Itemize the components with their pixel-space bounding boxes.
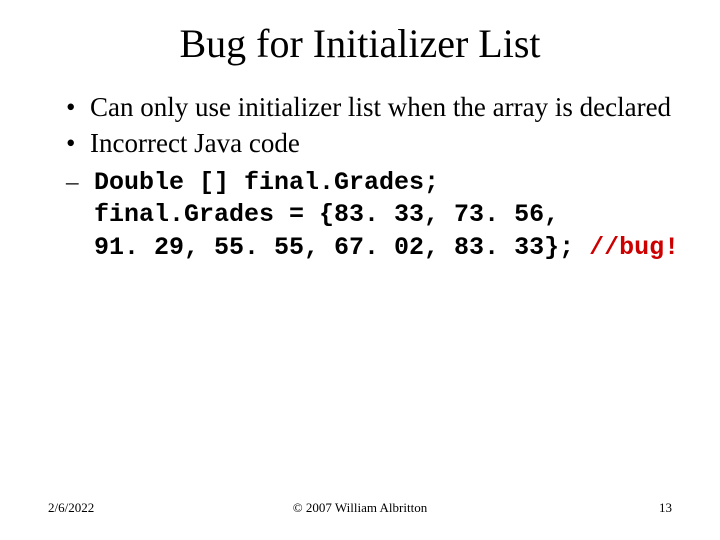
bullet-item: Incorrect Java code xyxy=(66,127,672,161)
code-block: –Double [] final.Grades; final.Grades = … xyxy=(94,167,672,265)
code-line: 91. 29, 55. 55, 67. 02, 83. 33}; xyxy=(94,233,589,262)
code-line: Double [] final.Grades; xyxy=(94,168,439,197)
bullet-list: Can only use initializer list when the a… xyxy=(66,91,672,161)
dash-icon: – xyxy=(66,167,79,200)
footer-copyright: © 2007 William Albritton xyxy=(48,500,672,516)
footer: 2/6/2022 © 2007 William Albritton 13 xyxy=(48,500,672,516)
footer-page-number: 13 xyxy=(659,500,672,516)
bullet-item: Can only use initializer list when the a… xyxy=(66,91,672,125)
code-comment: //bug! xyxy=(589,233,679,262)
code-line: final.Grades = {83. 33, 73. 56, xyxy=(94,200,559,229)
slide-title: Bug for Initializer List xyxy=(48,20,672,67)
slide: Bug for Initializer List Can only use in… xyxy=(0,0,720,540)
footer-date: 2/6/2022 xyxy=(48,500,94,516)
